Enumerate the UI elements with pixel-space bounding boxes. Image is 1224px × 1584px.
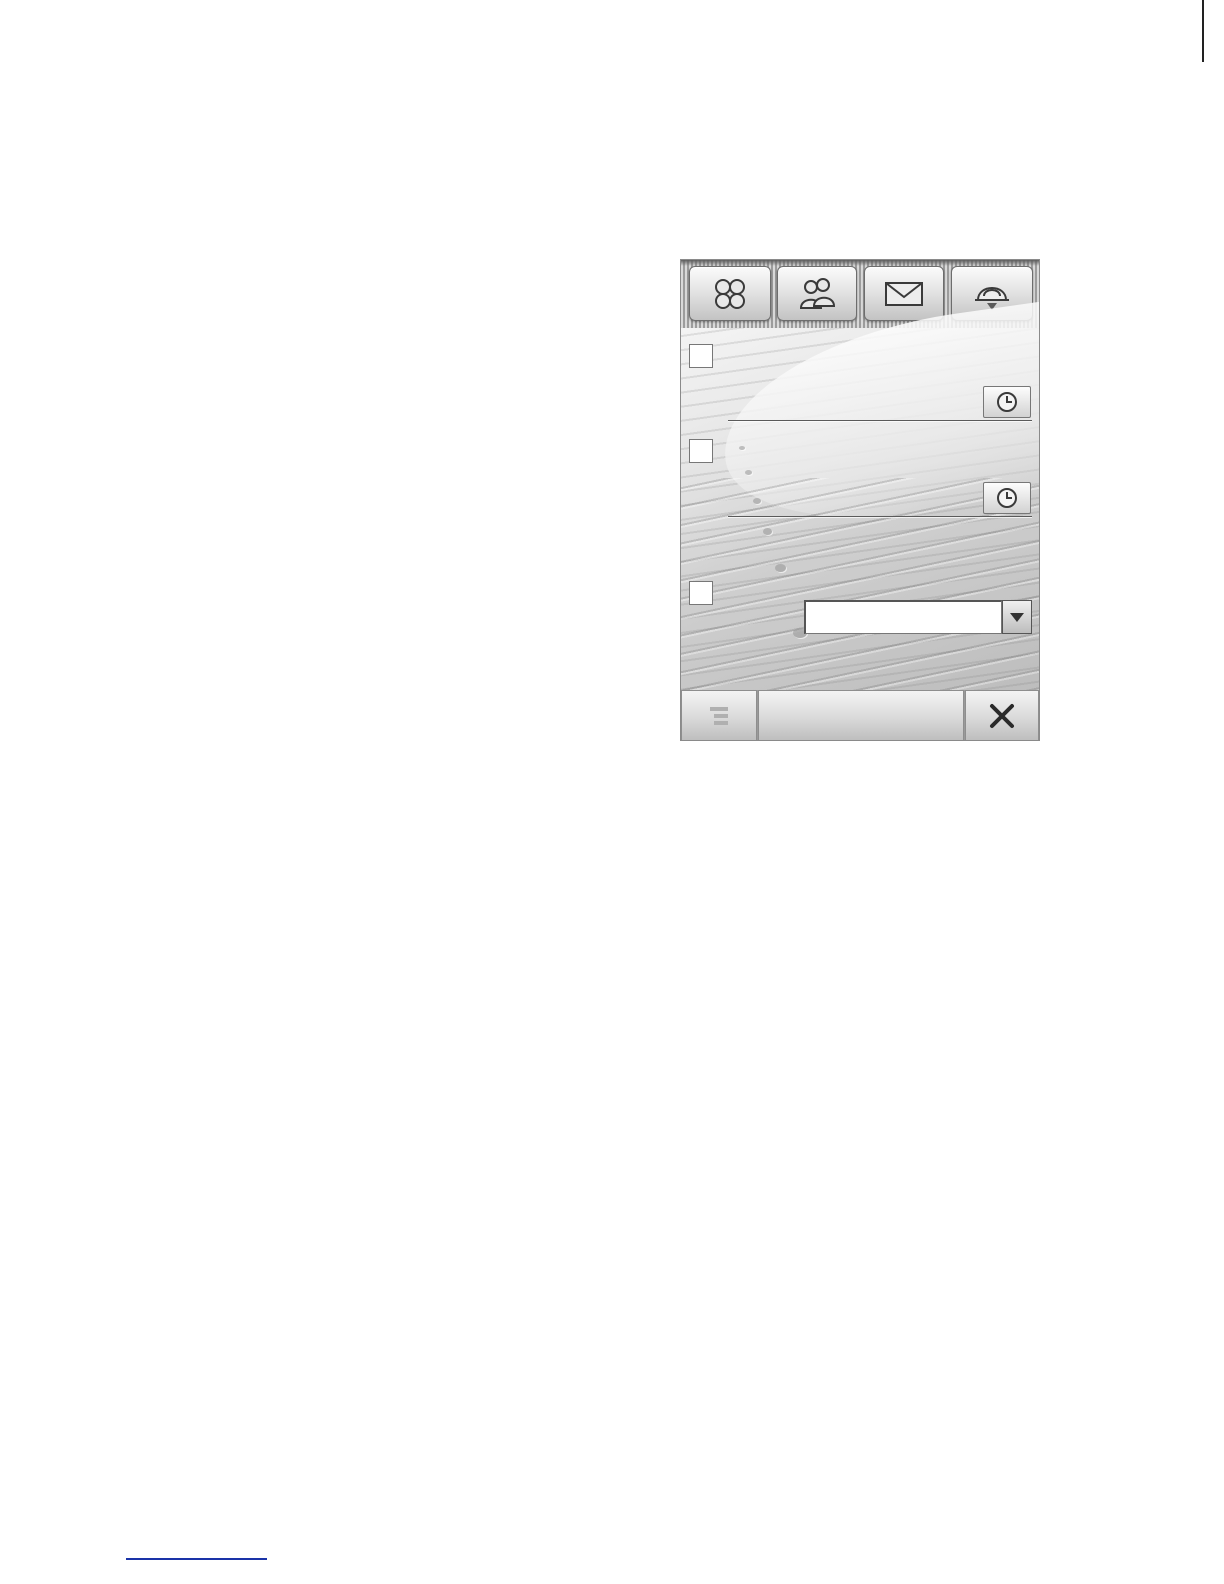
- contacts-button[interactable]: [777, 266, 857, 321]
- row-separator: [728, 516, 1032, 517]
- footprint: [775, 564, 786, 572]
- checkbox-row-3[interactable]: [689, 581, 713, 605]
- menu-softkey[interactable]: [681, 690, 757, 740]
- center-softkey[interactable]: [758, 690, 964, 740]
- apps-grid-icon: [715, 278, 745, 309]
- bottom-softkey-bar: [681, 690, 1039, 740]
- mail-button[interactable]: [864, 266, 944, 321]
- apps-button[interactable]: [689, 266, 771, 321]
- checkbox-row-2[interactable]: [689, 439, 713, 463]
- close-icon: [990, 704, 1014, 728]
- clock-icon: [997, 488, 1017, 508]
- contacts-icon: [799, 277, 836, 309]
- phone-screen: [680, 259, 1040, 741]
- footprint: [745, 470, 752, 475]
- time-button-row-2[interactable]: [983, 482, 1031, 514]
- footprint: [763, 528, 772, 535]
- clock-icon: [997, 392, 1017, 412]
- footer-rule: [126, 1558, 267, 1560]
- dropdown-field[interactable]: [804, 600, 1002, 634]
- checkbox-row-1[interactable]: [689, 344, 713, 368]
- mail-icon: [885, 281, 923, 306]
- chevron-down-icon: [1010, 612, 1024, 622]
- page-edge-mark: [1202, 0, 1204, 62]
- footprint: [753, 498, 761, 504]
- close-softkey[interactable]: [965, 690, 1039, 740]
- form-area: [681, 289, 1039, 716]
- menu-icon: [710, 707, 728, 725]
- row-separator: [728, 420, 1032, 421]
- dropdown-toggle[interactable]: [1002, 600, 1032, 634]
- footprint: [739, 446, 745, 450]
- time-button-row-1[interactable]: [983, 386, 1031, 418]
